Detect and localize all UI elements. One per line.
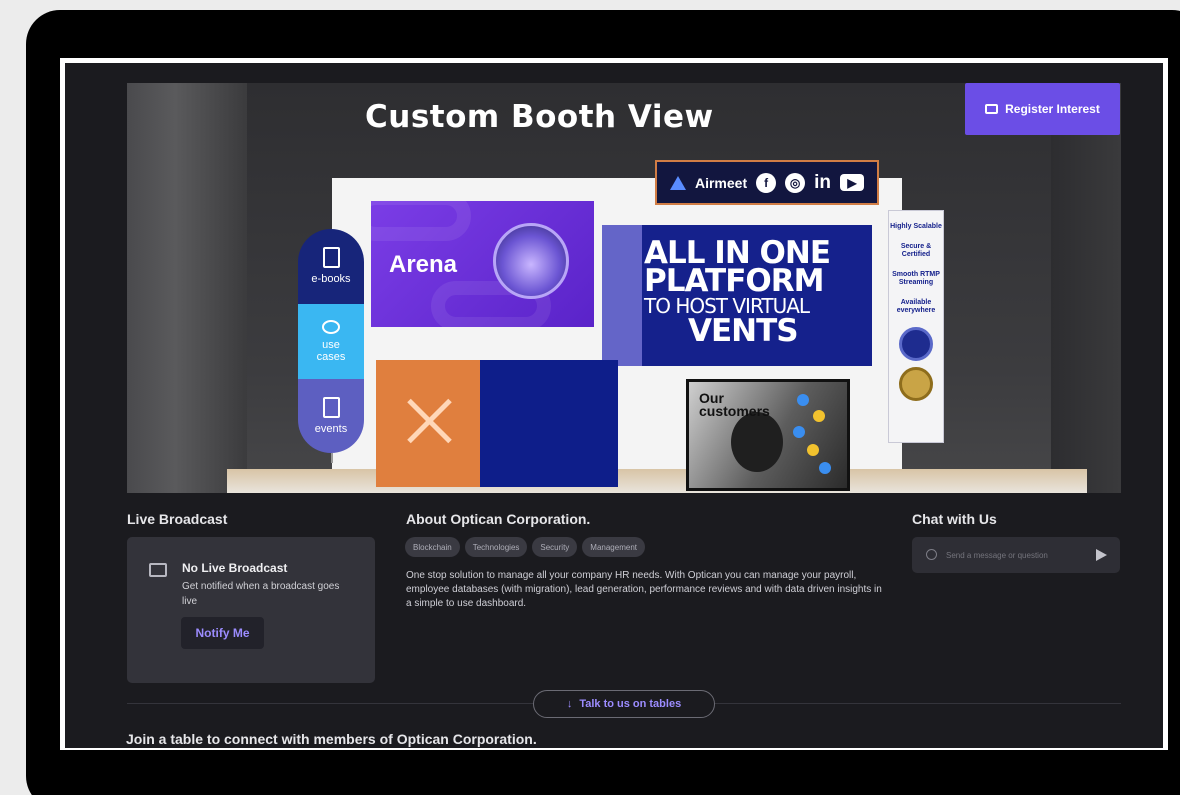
arena-title: Arena: [389, 251, 458, 278]
arena-banner[interactable]: Arena: [371, 201, 594, 327]
broadcast-icon: [149, 563, 167, 577]
talk-on-tables-button[interactable]: ↓ Talk to us on tables: [533, 690, 715, 718]
customers-line-2: customers: [699, 403, 770, 419]
linkedin-icon[interactable]: in: [814, 172, 831, 193]
pill-label-ebooks: e-books: [311, 273, 351, 286]
about-tags: Blockchain Technologies Security Managem…: [405, 537, 645, 557]
heart-icon: [797, 394, 809, 406]
chat-message-input[interactable]: [946, 546, 1086, 564]
about-title: About Optican Corporation.: [406, 511, 591, 527]
chat-input-container: [912, 537, 1120, 573]
live-broadcast-card: No Live Broadcast Get notified when a br…: [127, 537, 375, 683]
customer-face: [731, 412, 783, 472]
brand-mark-icon: [400, 392, 458, 450]
pill-stand: [331, 453, 333, 463]
platform-line-4: VENTS: [688, 313, 799, 349]
feature-streaming: Smooth RTMP Streaming: [892, 271, 940, 286]
brand-name: Airmeet: [694, 174, 748, 191]
app-window: Custom Booth View Register Interest Airm…: [65, 63, 1163, 748]
banner-accent: [602, 225, 642, 366]
pill-item-ebooks[interactable]: e-books: [298, 229, 364, 304]
live-broadcast-title: Live Broadcast: [127, 511, 228, 527]
tag-chip[interactable]: Management: [582, 537, 645, 557]
banner-pattern: [371, 201, 471, 241]
feature-scalable: Highly Scalable: [890, 223, 942, 230]
pill-item-events[interactable]: events: [298, 379, 364, 453]
arrow-down-icon: ↓: [566, 698, 573, 710]
platform-line-2: PLATFORM: [644, 263, 824, 299]
platform-banner[interactable]: ALL IN ONE PLATFORM TO HOST VIRTUAL VENT…: [602, 225, 872, 366]
register-interest-label: Register Interest: [1005, 102, 1100, 116]
no-broadcast-heading: No Live Broadcast: [182, 561, 288, 575]
heart-icon: [793, 426, 805, 438]
notify-me-button[interactable]: Notify Me: [181, 617, 264, 649]
pill-item-use-cases[interactable]: use cases: [298, 304, 364, 379]
no-broadcast-description: Get notified when a broadcast goes live: [182, 581, 340, 607]
heart-icon: [819, 462, 831, 474]
feature-secure: Secure & Certified: [900, 243, 932, 258]
booth-floor: [227, 469, 1087, 493]
certification-badge-icon: [899, 367, 933, 401]
gdpr-badge-icon: [899, 327, 933, 361]
tag-chip[interactable]: Blockchain: [405, 537, 460, 557]
tag-chip[interactable]: Security: [532, 537, 578, 557]
register-interest-button[interactable]: Register Interest: [965, 83, 1120, 135]
emoji-icon: [813, 410, 825, 422]
send-icon[interactable]: [1096, 549, 1107, 561]
stage-right-wall: [1051, 83, 1121, 493]
chat-title: Chat with Us: [912, 511, 997, 527]
pill-label-use-cases: use cases: [316, 338, 346, 363]
facebook-icon[interactable]: f: [756, 172, 777, 193]
airmeet-logo-icon: [669, 175, 686, 190]
feature-available: Available everywhere: [896, 299, 936, 314]
youtube-icon[interactable]: ▶: [840, 174, 865, 191]
feature-side-banner: Highly Scalable Secure & Certified Smoot…: [888, 210, 944, 443]
emoji-picker-icon[interactable]: [926, 549, 937, 560]
booth-title: Custom Booth View: [365, 99, 714, 135]
pill-label-events: events: [314, 423, 348, 436]
about-description: One stop solution to manage all your com…: [406, 570, 882, 609]
calendar-icon: [322, 397, 340, 419]
customers-screen[interactable]: Our customers: [686, 379, 850, 491]
talk-on-tables-label: Talk to us on tables: [579, 698, 682, 710]
tag-chip[interactable]: Technologies: [464, 537, 528, 557]
join-table-text: Join a table to connect with members of …: [126, 731, 537, 747]
booth-counter-logo: [376, 360, 480, 487]
resource-pill: e-books use cases events: [298, 229, 364, 453]
stage-left-wall: [127, 83, 247, 493]
id-card-icon: [985, 104, 999, 114]
booth-counter: [480, 360, 618, 487]
brand-social-banner[interactable]: Airmeet f ◎ in ▶: [655, 160, 879, 205]
emoji-icon: [807, 444, 819, 456]
arena-event-photo: [493, 223, 569, 299]
instagram-icon[interactable]: ◎: [785, 172, 806, 193]
people-icon: [322, 319, 340, 334]
book-icon: [322, 247, 340, 269]
